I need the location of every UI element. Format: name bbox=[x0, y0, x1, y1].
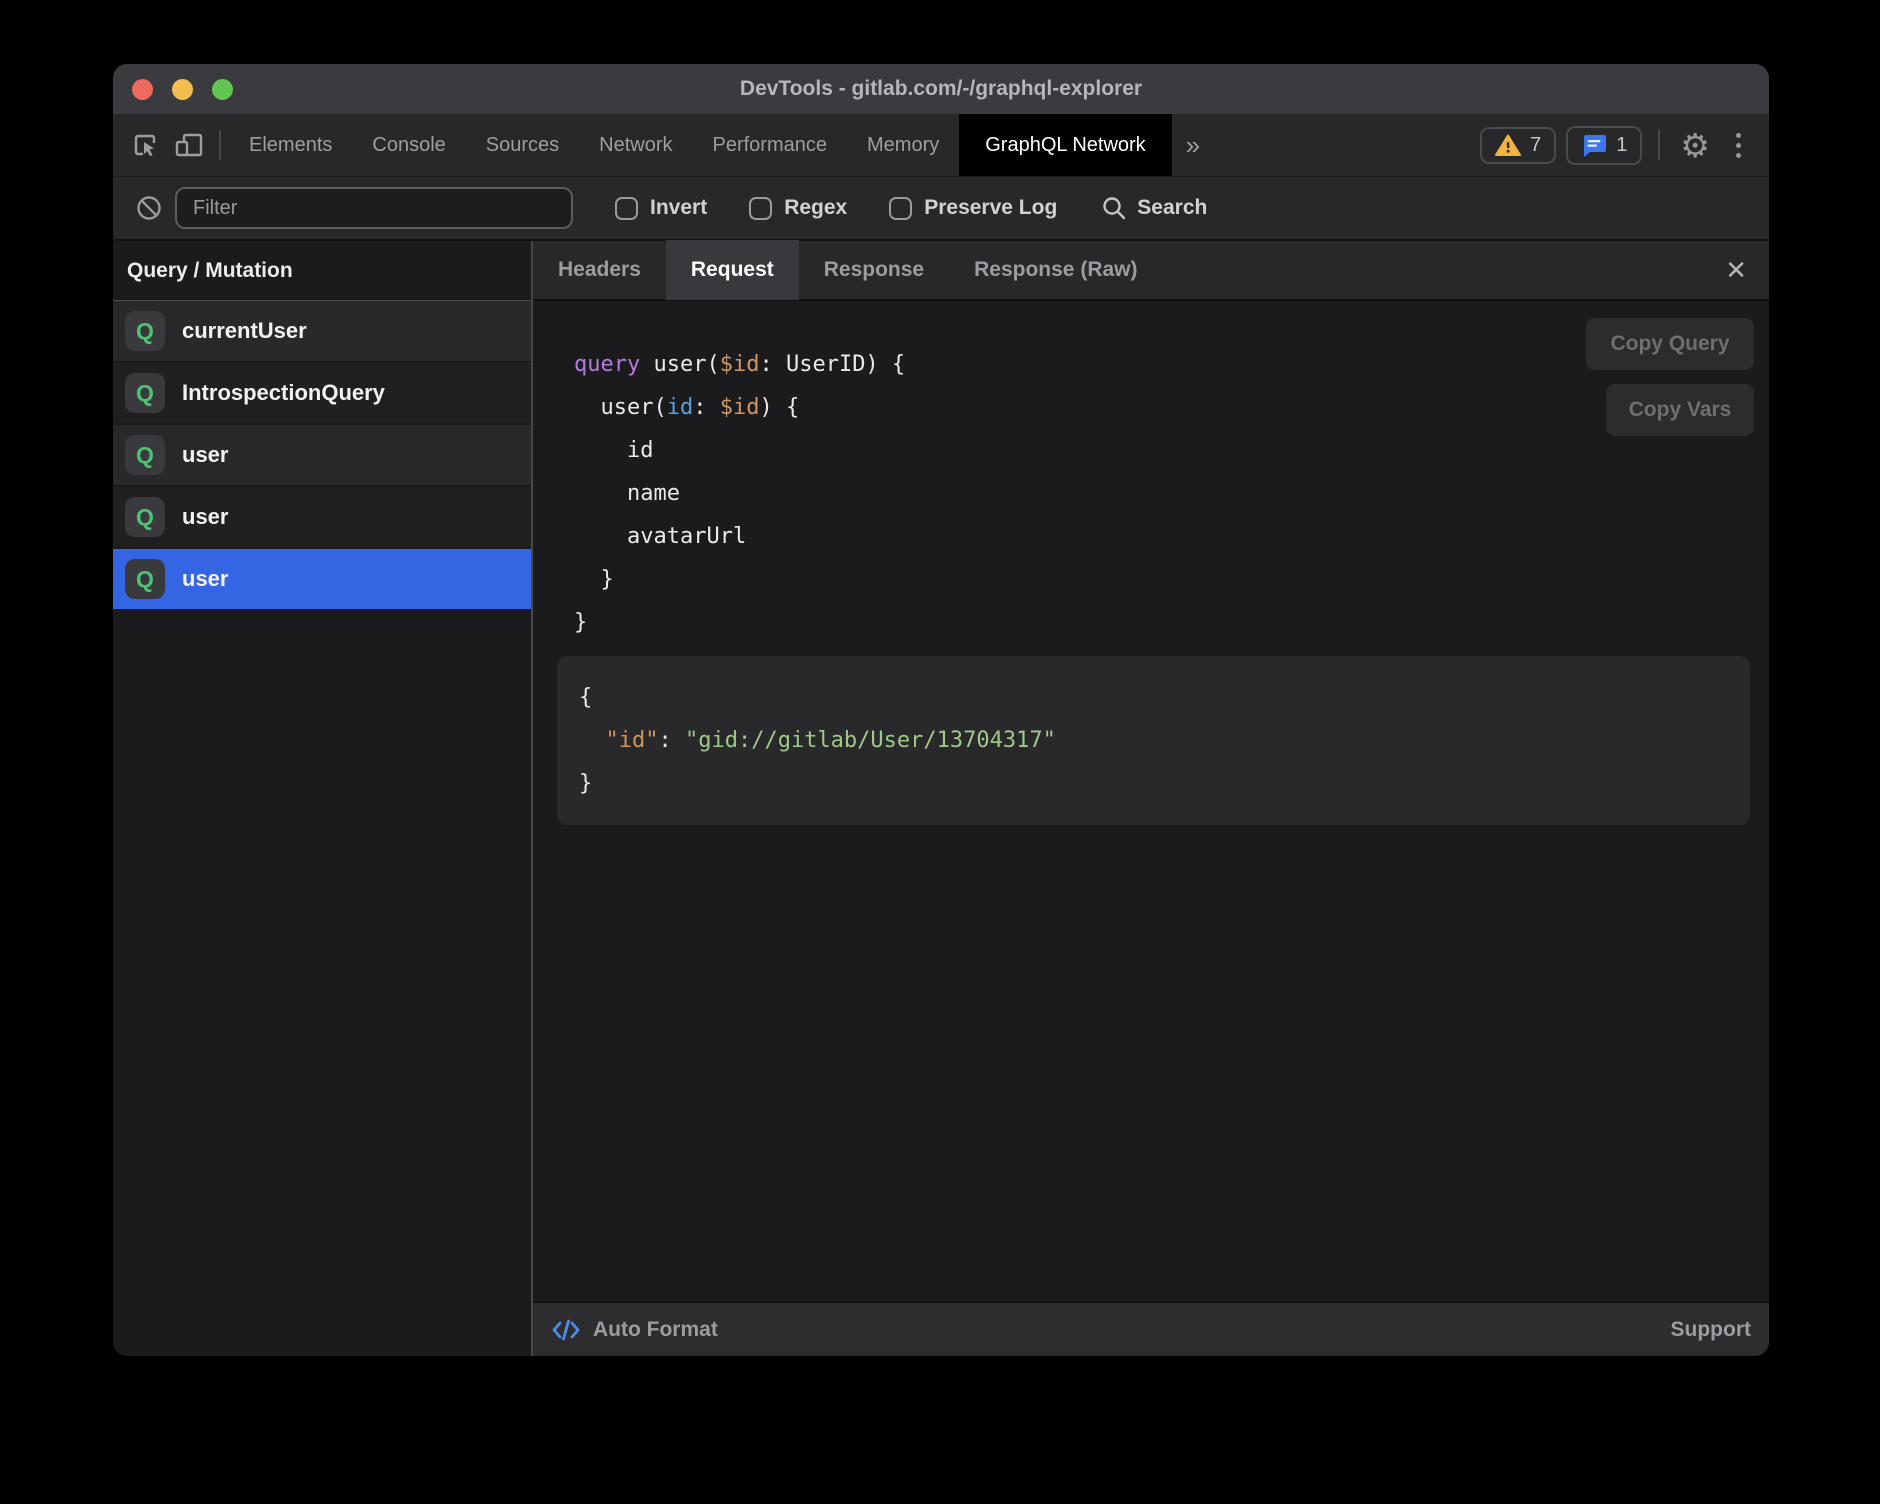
detail-footer: Auto Format Support bbox=[533, 1301, 1769, 1356]
filter-input[interactable] bbox=[175, 187, 573, 229]
regex-checkbox-group[interactable]: Regex bbox=[749, 196, 847, 220]
query-list-panel: Query / Mutation Q currentUser Q Introsp… bbox=[113, 241, 533, 1356]
auto-format-label: Auto Format bbox=[593, 1318, 718, 1342]
invert-label: Invert bbox=[650, 196, 707, 220]
preserve-log-checkbox-group[interactable]: Preserve Log bbox=[889, 196, 1057, 220]
block-icon bbox=[135, 194, 163, 222]
tab-request[interactable]: Request bbox=[666, 240, 799, 300]
toggle-device-toolbar-button[interactable] bbox=[167, 123, 211, 167]
message-bubble-icon bbox=[1581, 133, 1607, 158]
copy-query-button[interactable]: Copy Query bbox=[1586, 318, 1754, 370]
copy-vars-button[interactable]: Copy Vars bbox=[1606, 384, 1754, 436]
regex-checkbox[interactable] bbox=[749, 197, 772, 220]
query-type-badge: Q bbox=[125, 435, 165, 475]
tab-response-raw[interactable]: Response (Raw) bbox=[949, 240, 1162, 300]
tab-sources[interactable]: Sources bbox=[466, 114, 579, 176]
preserve-log-label: Preserve Log bbox=[924, 196, 1057, 220]
query-type-badge: Q bbox=[125, 559, 165, 599]
tab-performance[interactable]: Performance bbox=[693, 114, 848, 176]
support-link[interactable]: Support bbox=[1671, 1318, 1751, 1342]
preserve-log-checkbox[interactable] bbox=[889, 197, 912, 220]
query-list-item-currentUser[interactable]: Q currentUser bbox=[113, 301, 531, 361]
inspect-element-button[interactable] bbox=[123, 123, 167, 167]
query-list-item-user-1[interactable]: Q user bbox=[113, 425, 531, 485]
code-brackets-icon bbox=[551, 1318, 581, 1342]
tab-console[interactable]: Console bbox=[352, 114, 465, 176]
warnings-badge[interactable]: 7 bbox=[1480, 127, 1556, 164]
query-list-item-user-2[interactable]: Q user bbox=[113, 487, 531, 547]
query-name: user bbox=[182, 442, 228, 468]
more-options-menu-icon[interactable] bbox=[1722, 133, 1755, 158]
messages-badge[interactable]: 1 bbox=[1566, 126, 1642, 165]
warning-icon bbox=[1495, 134, 1521, 157]
query-name: currentUser bbox=[182, 318, 307, 344]
tab-graphql-network[interactable]: GraphQL Network bbox=[959, 114, 1171, 176]
window-title: DevTools - gitlab.com/-/graphql-explorer bbox=[113, 77, 1769, 101]
devtools-window: DevTools - gitlab.com/-/graphql-explorer… bbox=[113, 64, 1769, 1356]
search-icon bbox=[1101, 195, 1127, 221]
graphql-query-code: query user($id: UserID) { user(id: $id) … bbox=[533, 301, 1769, 644]
traffic-lights bbox=[113, 79, 233, 100]
graphql-variables-box: { "id": "gid://gitlab/User/13704317"} bbox=[557, 656, 1750, 825]
request-content: query user($id: UserID) { user(id: $id) … bbox=[533, 301, 1769, 1301]
clear-button[interactable] bbox=[129, 194, 169, 222]
minimize-window-button[interactable] bbox=[172, 79, 193, 100]
toolbar-separator bbox=[1658, 130, 1660, 160]
main-tab-bar: Elements Console Sources Network Perform… bbox=[113, 114, 1769, 176]
toolbar-separator bbox=[219, 130, 221, 160]
warning-count: 7 bbox=[1530, 134, 1541, 157]
more-tabs-button[interactable]: » bbox=[1172, 130, 1214, 161]
regex-label: Regex bbox=[784, 196, 847, 220]
tab-response[interactable]: Response bbox=[799, 240, 949, 300]
query-name: user bbox=[182, 566, 228, 592]
tab-elements[interactable]: Elements bbox=[229, 114, 352, 176]
close-detail-icon[interactable]: ✕ bbox=[1703, 255, 1769, 286]
tab-headers[interactable]: Headers bbox=[533, 240, 666, 300]
settings-gear-icon[interactable]: ⚙ bbox=[1668, 129, 1722, 162]
invert-checkbox-group[interactable]: Invert bbox=[615, 196, 707, 220]
tab-memory[interactable]: Memory bbox=[847, 114, 959, 176]
query-list-item-user-3-selected[interactable]: Q user bbox=[113, 549, 531, 609]
message-count: 1 bbox=[1616, 134, 1627, 157]
detail-tab-bar: Headers Request Response Response (Raw) … bbox=[533, 241, 1769, 301]
auto-format-button[interactable]: Auto Format bbox=[551, 1318, 718, 1342]
filter-toolbar: Invert Regex Preserve Log Search bbox=[113, 176, 1769, 241]
search-label: Search bbox=[1137, 196, 1207, 220]
detail-panel: Headers Request Response Response (Raw) … bbox=[533, 241, 1769, 1356]
query-type-badge: Q bbox=[125, 497, 165, 537]
search-button[interactable]: Search bbox=[1101, 195, 1207, 221]
query-list-item-introspectionQuery[interactable]: Q IntrospectionQuery bbox=[113, 363, 531, 423]
invert-checkbox[interactable] bbox=[615, 197, 638, 220]
query-list-header: Query / Mutation bbox=[113, 241, 531, 301]
title-bar: DevTools - gitlab.com/-/graphql-explorer bbox=[113, 64, 1769, 114]
device-toolbar-icon bbox=[173, 130, 205, 160]
query-type-badge: Q bbox=[125, 311, 165, 351]
query-name: IntrospectionQuery bbox=[182, 380, 385, 406]
close-window-button[interactable] bbox=[132, 79, 153, 100]
query-name: user bbox=[182, 504, 228, 530]
query-type-badge: Q bbox=[125, 373, 165, 413]
tab-network[interactable]: Network bbox=[579, 114, 692, 176]
zoom-window-button[interactable] bbox=[212, 79, 233, 100]
inspect-cursor-icon bbox=[130, 130, 160, 160]
